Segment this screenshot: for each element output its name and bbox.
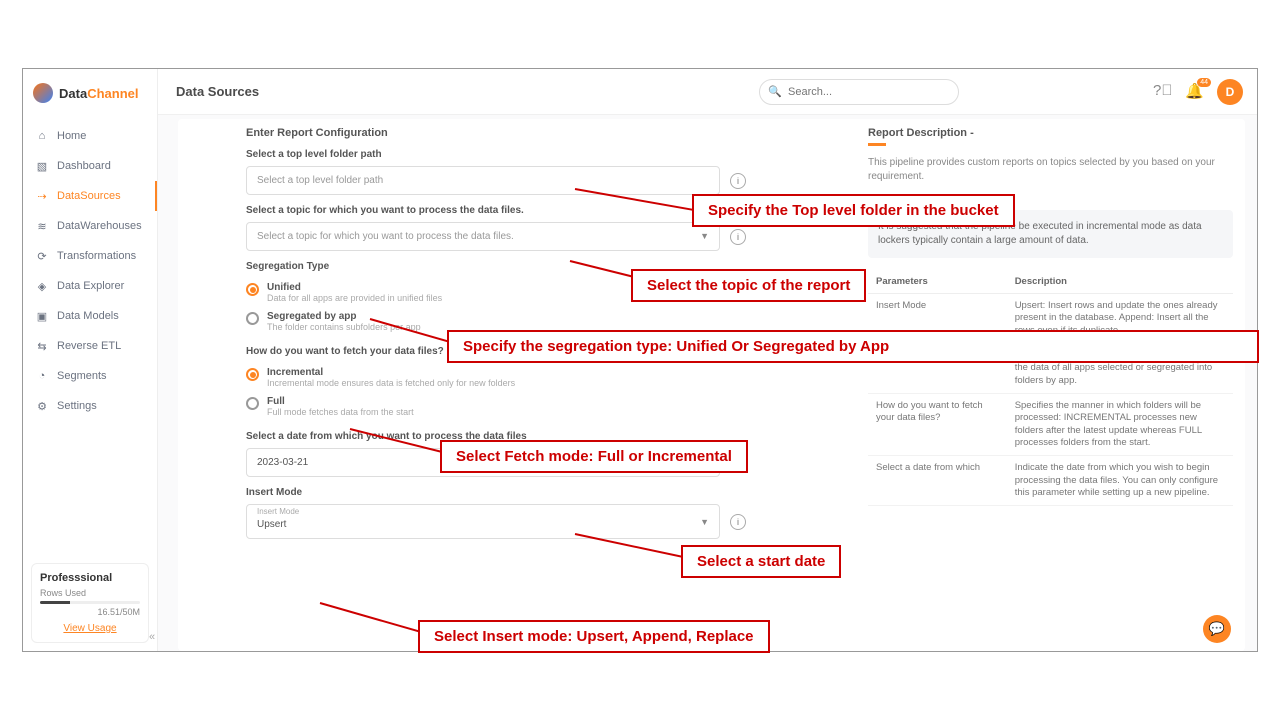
info-icon[interactable]: i — [730, 173, 746, 189]
sidebar-item-label: Segments — [57, 370, 107, 382]
plan-usage: 16.51/50M — [40, 607, 140, 617]
help-icon[interactable]: ?⃝ — [1153, 82, 1173, 102]
description-column: Report Description - This pipeline provi… — [868, 127, 1233, 506]
radio-full[interactable]: FullFull mode fetches data from the star… — [246, 392, 746, 421]
folder-label: Select a top level folder path — [246, 149, 746, 160]
radio-desc: Data for all apps are provided in unifie… — [267, 293, 442, 303]
page-header: Data Sources 🔍 ?⃝ 🔔44 D — [158, 69, 1257, 115]
desc-text: This pipeline provides custom reports on… — [868, 156, 1233, 184]
table-row: Select a date from whichIndicate the dat… — [868, 456, 1233, 506]
insert-value: Upsert — [257, 519, 286, 530]
insert-tiny-label: Insert Mode — [257, 507, 299, 516]
radio-desc: Full mode fetches data from the start — [267, 407, 414, 417]
home-icon: ⌂ — [35, 129, 49, 143]
callout-folder: Specify the Top level folder in the buck… — [692, 194, 1015, 227]
sidebar-item-dataexplorer[interactable]: ◈ Data Explorer — [23, 271, 157, 301]
sidebar-item-label: DataWarehouses — [57, 220, 142, 232]
logo-icon — [33, 83, 53, 103]
sidebar-item-label: Dashboard — [57, 160, 111, 172]
sidebar-item-label: Data Explorer — [57, 280, 124, 292]
parameters-table: Parameters Description Insert ModeUpsert… — [868, 270, 1233, 506]
radio-icon — [246, 312, 259, 325]
sidebar-item-reverseetl[interactable]: ⇆ Reverse ETL — [23, 331, 157, 361]
notification-badge: 44 — [1197, 78, 1211, 87]
sidebar-item-settings[interactable]: ⚙ Settings — [23, 391, 157, 421]
sidebar-item-label: Reverse ETL — [57, 340, 121, 352]
avatar[interactable]: D — [1217, 79, 1243, 105]
brand-logo[interactable]: DataChannel — [23, 83, 157, 121]
sidebar-item-label: DataSources — [57, 190, 121, 202]
search-icon: 🔍 — [768, 85, 782, 98]
sidebar-item-datamodels[interactable]: ▣ Data Models — [23, 301, 157, 331]
callout-insert: Select Insert mode: Upsert, Append, Repl… — [418, 620, 770, 653]
callout-topic: Select the topic of the report — [631, 269, 866, 302]
radio-label: Segregated by app — [267, 311, 421, 322]
explorer-icon: ◈ — [35, 279, 49, 293]
chevron-down-icon: ▼ — [700, 231, 709, 241]
plan-card: Professsional Rows Used 16.51/50M View U… — [31, 563, 149, 643]
table-header-param: Parameters — [868, 270, 1007, 294]
callout-fetch: Select Fetch mode: Full or Incremental — [440, 440, 748, 473]
warehouse-icon: ≋ — [35, 219, 49, 233]
date-value: 2023-03-21 — [257, 457, 308, 468]
search-box: 🔍 — [759, 79, 959, 105]
sidebar-item-home[interactable]: ⌂ Home — [23, 121, 157, 151]
sidebar: DataChannel ⌂ Home ▧ Dashboard ⇢ DataSource… — [23, 69, 158, 651]
radio-desc: Incremental mode ensures data is fetched… — [267, 378, 515, 388]
transform-icon: ⟳ — [35, 249, 49, 263]
gear-icon: ⚙ — [35, 399, 49, 413]
callout-date: Select a start date — [681, 545, 841, 578]
radio-icon — [246, 397, 259, 410]
brand-text-2: Channel — [87, 86, 138, 101]
search-input[interactable] — [759, 79, 959, 105]
sidebar-item-segments[interactable]: ◔ Segments — [23, 361, 157, 391]
sidebar-item-label: Data Models — [57, 310, 119, 322]
form-heading: Enter Report Configuration — [246, 127, 746, 139]
callout-seg: Specify the segregation type: Unified Or… — [447, 330, 1259, 363]
info-icon[interactable]: i — [730, 229, 746, 245]
dashboard-icon: ▧ — [35, 159, 49, 173]
models-icon: ▣ — [35, 309, 49, 323]
radio-icon — [246, 283, 259, 296]
sidebar-item-dashboard[interactable]: ▧ Dashboard — [23, 151, 157, 181]
datasources-icon: ⇢ — [35, 189, 49, 203]
radio-label: Unified — [267, 282, 442, 293]
info-icon[interactable]: i — [730, 514, 746, 530]
radio-label: Full — [267, 396, 414, 407]
bell-icon[interactable]: 🔔44 — [1185, 82, 1205, 102]
segments-icon: ◔ — [35, 369, 49, 383]
plan-name: Professsional — [40, 572, 140, 584]
sidebar-item-transformations[interactable]: ⟳ Transformations — [23, 241, 157, 271]
page-title: Data Sources — [176, 84, 259, 99]
radio-incremental[interactable]: IncrementalIncremental mode ensures data… — [246, 363, 746, 392]
sidebar-item-label: Settings — [57, 400, 97, 412]
insert-label: Insert Mode — [246, 487, 746, 498]
insert-mode-select[interactable]: Insert Mode Upsert ▼ — [246, 504, 720, 539]
view-usage-link[interactable]: View Usage — [40, 623, 140, 634]
brand-text-1: Data — [59, 86, 87, 101]
sidebar-item-datasources[interactable]: ⇢ DataSources — [23, 181, 157, 211]
plan-progress — [40, 601, 140, 604]
sidebar-item-datawarehouses[interactable]: ≋ DataWarehouses — [23, 211, 157, 241]
table-header-desc: Description — [1007, 270, 1233, 294]
reverseetl-icon: ⇆ — [35, 339, 49, 353]
plan-rows-label: Rows Used — [40, 588, 140, 598]
collapse-sidebar-icon[interactable]: « — [149, 631, 165, 647]
chat-button[interactable]: 💬 — [1203, 615, 1231, 643]
radio-label: Incremental — [267, 367, 515, 378]
sidebar-item-label: Home — [57, 130, 86, 142]
radio-icon — [246, 368, 259, 381]
desc-title: Report Description - — [868, 127, 1233, 146]
sidebar-item-label: Transformations — [57, 250, 136, 262]
topic-select[interactable]: Select a topic for which you want to pro… — [246, 222, 720, 251]
folder-path-input[interactable]: Select a top level folder path — [246, 166, 720, 195]
chevron-down-icon: ▼ — [700, 517, 709, 527]
fetch-radio-group: IncrementalIncremental mode ensures data… — [246, 363, 746, 421]
topic-placeholder: Select a topic for which you want to pro… — [257, 231, 514, 242]
table-row: How do you want to fetch your data files… — [868, 394, 1233, 456]
